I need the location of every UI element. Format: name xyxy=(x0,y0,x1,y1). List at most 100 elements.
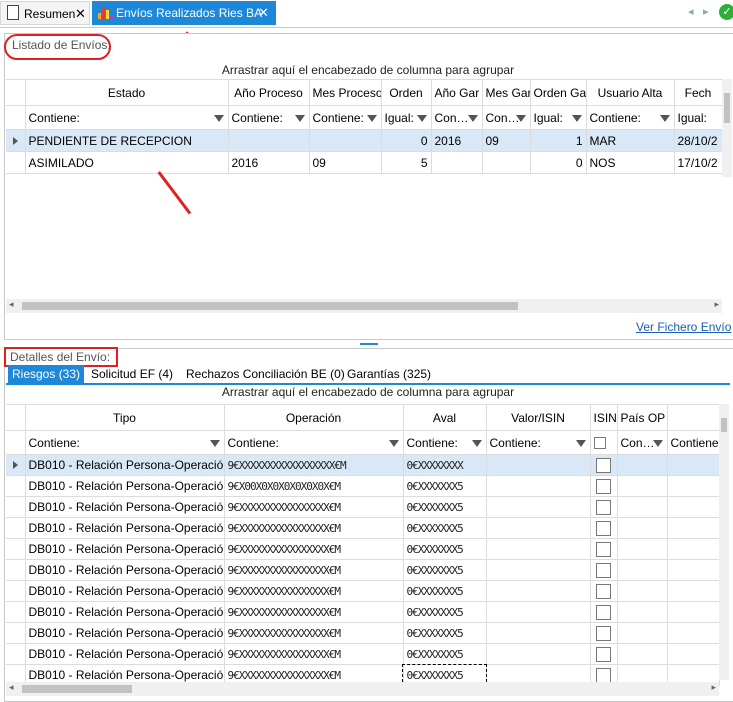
cell-pais-op[interactable] xyxy=(617,496,668,518)
cell-extra[interactable] xyxy=(667,580,720,602)
table-row[interactable]: DB010 - Relación Persona-Operación 9€XXXX… xyxy=(6,643,720,665)
filter-ano-gar[interactable]: Con… xyxy=(431,105,483,130)
col-header-ano-proceso[interactable]: Año Proceso xyxy=(228,79,310,106)
cell-aval[interactable]: 0€XXXXXXX5 xyxy=(403,643,487,665)
isin-checkbox[interactable] xyxy=(596,583,611,599)
cell-isin[interactable] xyxy=(590,559,618,581)
cell-valor-isin[interactable] xyxy=(486,454,591,476)
cell-operacion[interactable]: 9€XXXXXXXXXXXXXXXX€M xyxy=(224,643,404,665)
cell-isin[interactable] xyxy=(590,643,618,665)
col-header-estado[interactable]: Estado xyxy=(25,79,229,106)
cell-valor-isin[interactable] xyxy=(486,559,591,581)
cell-extra[interactable] xyxy=(667,454,720,476)
cell-valor-isin[interactable] xyxy=(486,475,591,497)
cell-pais-op[interactable] xyxy=(617,454,668,476)
cell-valor-isin[interactable] xyxy=(486,601,591,623)
close-icon[interactable]: ✕ xyxy=(258,1,269,25)
filter-icon[interactable] xyxy=(416,115,427,122)
cell[interactable]: 1 xyxy=(530,129,587,152)
filter-icon[interactable] xyxy=(294,115,305,122)
cell[interactable]: MAR xyxy=(586,129,675,152)
cell-pais-op[interactable] xyxy=(617,580,668,602)
filter-icon[interactable] xyxy=(467,115,478,122)
filter-tipo[interactable]: Contiene: xyxy=(25,430,225,455)
cell-operacion[interactable]: 9€XXXXXXXXXXXXXXXXX€M xyxy=(224,454,404,476)
cell[interactable] xyxy=(482,151,531,174)
cell-extra[interactable] xyxy=(667,538,720,560)
scroll-left-icon[interactable]: ◂ xyxy=(9,682,14,693)
scroll-left-icon[interactable]: ◂ xyxy=(9,299,14,310)
filter-orden-gar[interactable]: Igual: xyxy=(530,105,587,130)
isin-checkbox[interactable] xyxy=(596,457,611,473)
cell-pais-op[interactable] xyxy=(617,622,668,644)
filter-icon[interactable] xyxy=(575,440,586,447)
cell-valor-isin[interactable] xyxy=(486,517,591,539)
cell-tipo[interactable]: DB010 - Relación Persona-Operación xyxy=(25,475,225,497)
cell-operacion[interactable]: 9€XXXXXXXXXXXXXXXX€M xyxy=(224,580,404,602)
cell-pais-op[interactable] xyxy=(617,643,668,665)
filter-isin[interactable] xyxy=(590,430,618,455)
group-hint[interactable]: Arrastrar aquí el encabezado de columna … xyxy=(4,63,732,77)
cell[interactable]: ASIMILADO xyxy=(25,151,229,174)
cell-extra[interactable] xyxy=(667,496,720,518)
cell-operacion[interactable]: 9€XXXXXXXXXXXXXXXX€M xyxy=(224,601,404,623)
filter-icon[interactable] xyxy=(366,115,377,122)
col-header-operacion[interactable]: Operación xyxy=(224,404,404,431)
cell-pais-op[interactable] xyxy=(617,475,668,497)
isin-checkbox[interactable] xyxy=(596,667,611,683)
cell[interactable]: NOS xyxy=(586,151,675,174)
table-row[interactable]: DB010 - Relación Persona-Operación 9€XXXX… xyxy=(6,496,720,518)
cell-aval[interactable]: 0€XXXXXXX5 xyxy=(403,496,487,518)
table-row[interactable]: DB010 - Relación Persona-Operación 9€XXXX… xyxy=(6,580,720,602)
cell-valor-isin[interactable] xyxy=(486,643,591,665)
filter-icon[interactable] xyxy=(652,440,663,447)
horizontal-scrollbar[interactable]: ◂ ▸ xyxy=(6,682,719,696)
table-row[interactable]: DB010 - Relación Persona-Operación 9€X00X… xyxy=(6,475,720,497)
group-hint[interactable]: Arrastrar aquí el encabezado de columna … xyxy=(4,385,732,399)
cell-operacion[interactable]: 9€XXXXXXXXXXXXXXXX€M xyxy=(224,538,404,560)
cell-valor-isin[interactable] xyxy=(486,580,591,602)
col-header-usuario-alta[interactable]: Usuario Alta xyxy=(586,79,675,106)
filter-icon[interactable] xyxy=(388,440,399,447)
isin-checkbox[interactable] xyxy=(596,625,611,641)
close-icon[interactable]: ✕ xyxy=(75,2,86,26)
col-header-tipo[interactable]: Tipo xyxy=(25,404,225,431)
col-header-aval[interactable]: Aval xyxy=(403,404,487,431)
filter-ano-proceso[interactable]: Contiene: xyxy=(228,105,310,130)
cell-tipo[interactable]: DB010 - Relación Persona-Operación xyxy=(25,454,225,476)
filter-icon[interactable] xyxy=(571,115,582,122)
cell[interactable] xyxy=(431,151,483,174)
cell[interactable]: 2016 xyxy=(228,151,310,174)
cell[interactable]: 5 xyxy=(381,151,432,174)
vertical-scrollbar[interactable] xyxy=(722,79,732,177)
tab-rechazos[interactable]: Rechazos Conciliación BE (0) xyxy=(186,365,345,383)
filter-extra[interactable]: Contiene: xyxy=(667,430,720,455)
cell[interactable]: 28/10/2 xyxy=(674,129,723,152)
col-header-pais-op[interactable]: País OP xyxy=(617,404,668,431)
cell[interactable]: 17/10/2 xyxy=(674,151,723,174)
cell-aval[interactable]: 0€XXXXXXX5 xyxy=(403,475,487,497)
cell[interactable] xyxy=(309,129,382,152)
cell-isin[interactable] xyxy=(590,538,618,560)
table-row[interactable]: DB010 - Relación Persona-Operación 9€XXXX… xyxy=(6,559,720,581)
isin-checkbox[interactable] xyxy=(596,541,611,557)
cell-valor-isin[interactable] xyxy=(486,622,591,644)
cell-extra[interactable] xyxy=(667,622,720,644)
filter-icon[interactable] xyxy=(515,115,526,122)
cell-extra[interactable] xyxy=(667,517,720,539)
cell-pais-op[interactable] xyxy=(617,538,668,560)
horizontal-scrollbar[interactable]: ◂ ▸ xyxy=(6,299,722,313)
filter-icon[interactable] xyxy=(213,115,224,122)
cell-tipo[interactable]: DB010 - Relación Persona-Operación xyxy=(25,517,225,539)
cell-isin[interactable] xyxy=(590,454,618,476)
isin-checkbox[interactable] xyxy=(596,478,611,494)
cell-aval[interactable]: 0€XXXXXXX5 xyxy=(403,622,487,644)
filter-pais-op[interactable]: Con… xyxy=(617,430,668,455)
cell[interactable]: PENDIENTE DE RECEPCION xyxy=(25,129,229,152)
table-row[interactable]: DB010 - Relación Persona-Operación 9€XXXX… xyxy=(6,517,720,539)
table-row[interactable]: ASIMILADO 2016 09 5 0 NOS 17/10/2 xyxy=(6,151,723,174)
cell-isin[interactable] xyxy=(590,580,618,602)
isin-checkbox[interactable] xyxy=(596,520,611,536)
cell-operacion[interactable]: 9€XXXXXXXXXXXXXXXX€M xyxy=(224,622,404,644)
cell[interactable] xyxy=(228,129,310,152)
